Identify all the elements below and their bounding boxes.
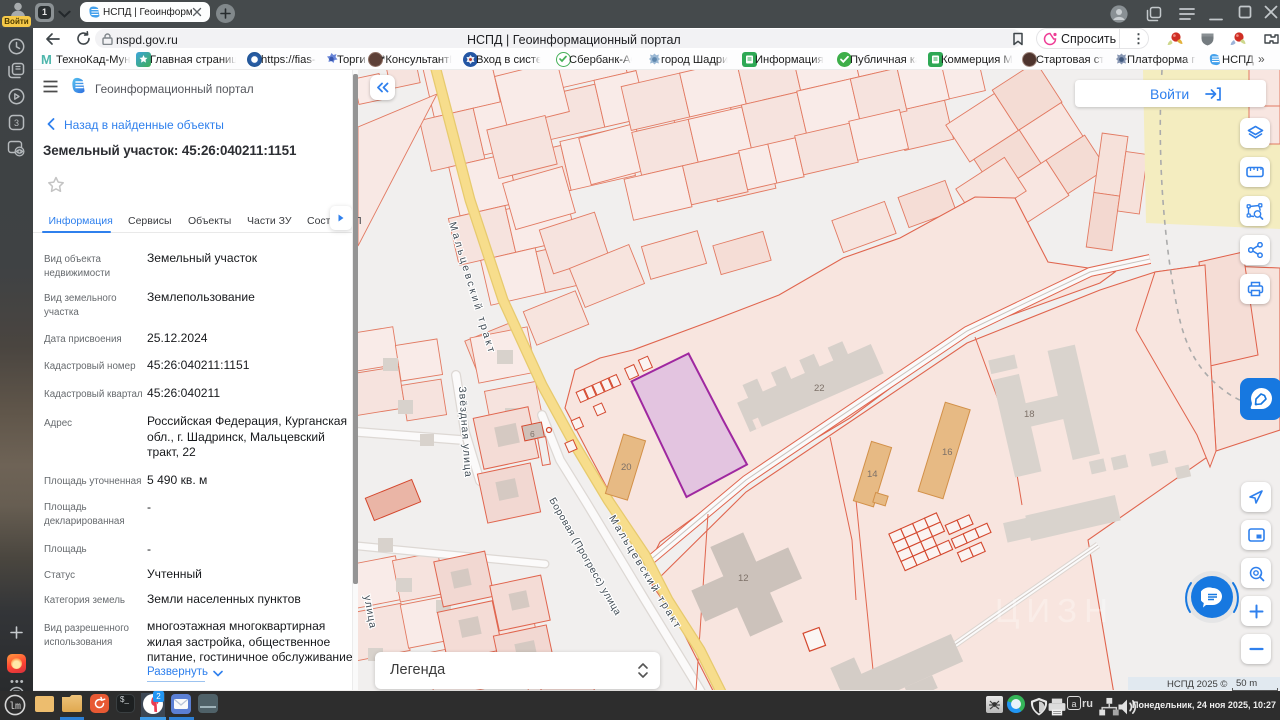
svg-text:20: 20 <box>621 462 632 473</box>
svg-text:18: 18 <box>1024 409 1035 420</box>
svg-text:22: 22 <box>814 383 825 394</box>
svg-text:ЦИЗН: ЦИЗН <box>995 592 1115 629</box>
svg-text:6: 6 <box>530 429 535 439</box>
svg-text:lm: lm <box>9 701 21 713</box>
svg-text:16: 16 <box>942 447 953 458</box>
svg-text:12: 12 <box>738 573 749 584</box>
svg-text:3: 3 <box>14 118 19 128</box>
svg-text:14: 14 <box>867 469 878 480</box>
